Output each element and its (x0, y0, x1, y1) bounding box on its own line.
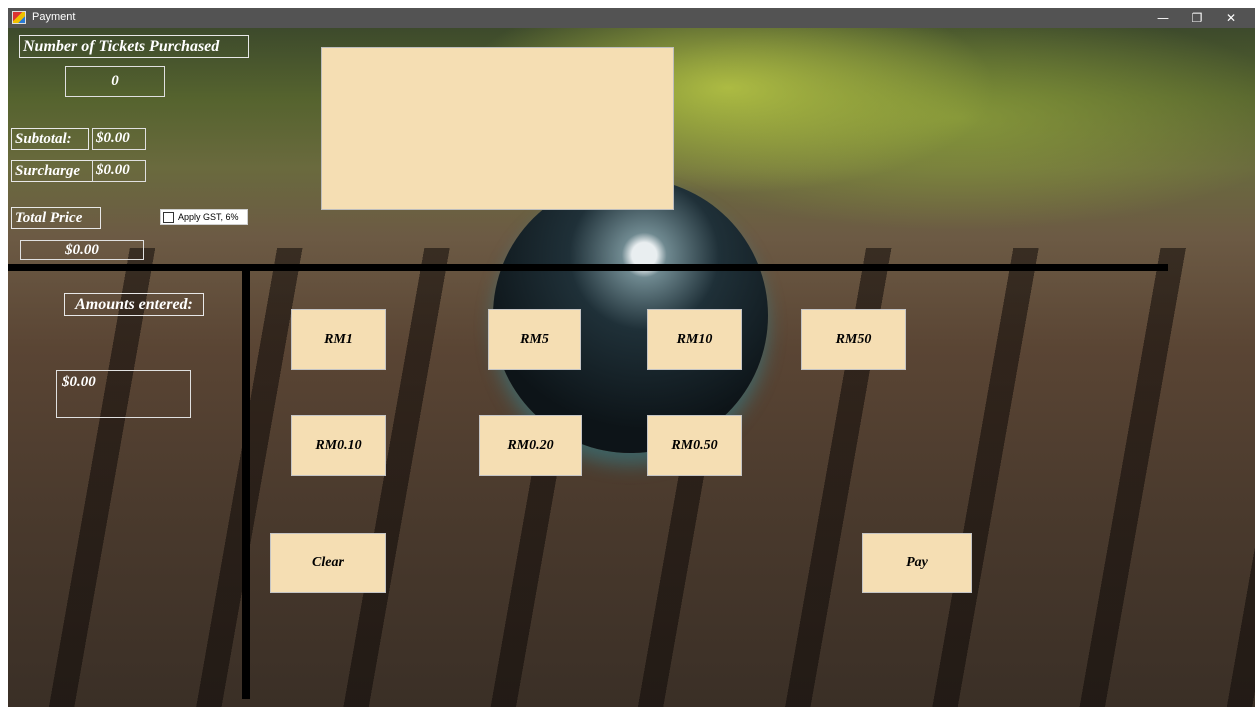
rm0-10-button[interactable]: RM0.10 (291, 415, 386, 476)
clear-button[interactable]: Clear (270, 533, 386, 593)
rm10-button[interactable]: RM10 (647, 309, 742, 370)
apply-gst-checkbox[interactable]: Apply GST, 6% (160, 209, 248, 225)
apply-gst-label: Apply GST, 6% (178, 212, 239, 222)
subtotal-label: Subtotal: (11, 128, 89, 150)
close-icon[interactable]: ✕ (1214, 8, 1248, 28)
horizontal-divider (8, 264, 1168, 271)
amounts-entered-field: $0.00 (56, 370, 191, 418)
pay-button[interactable]: Pay (862, 533, 972, 593)
rm50-button[interactable]: RM50 (801, 309, 906, 370)
payment-form: Number of Tickets Purchased 0 Subtotal: … (8, 28, 1255, 707)
checkbox-icon[interactable] (163, 211, 174, 223)
total-price-label: Total Price (11, 207, 101, 229)
restore-icon[interactable]: ❐ (1180, 8, 1214, 28)
window-titlebar: Payment — ❐ ✕ (8, 8, 1255, 28)
app-icon (12, 11, 26, 24)
surcharge-value: $0.00 (92, 160, 146, 182)
tickets-count-field: 0 (65, 66, 165, 97)
tickets-purchased-label: Number of Tickets Purchased (19, 35, 249, 58)
amounts-entered-label: Amounts entered: (64, 293, 204, 316)
rm5-button[interactable]: RM5 (488, 309, 581, 370)
ticket-display-panel (321, 47, 674, 210)
surcharge-label: Surcharge (11, 160, 93, 182)
rm0-20-button[interactable]: RM0.20 (479, 415, 582, 476)
subtotal-value: $0.00 (92, 128, 146, 150)
rm0-50-button[interactable]: RM0.50 (647, 415, 742, 476)
vertical-divider (242, 271, 250, 699)
total-price-value: $0.00 (20, 240, 144, 260)
minimize-icon[interactable]: — (1146, 8, 1180, 28)
window-title: Payment (32, 11, 76, 23)
rm1-button[interactable]: RM1 (291, 309, 386, 370)
